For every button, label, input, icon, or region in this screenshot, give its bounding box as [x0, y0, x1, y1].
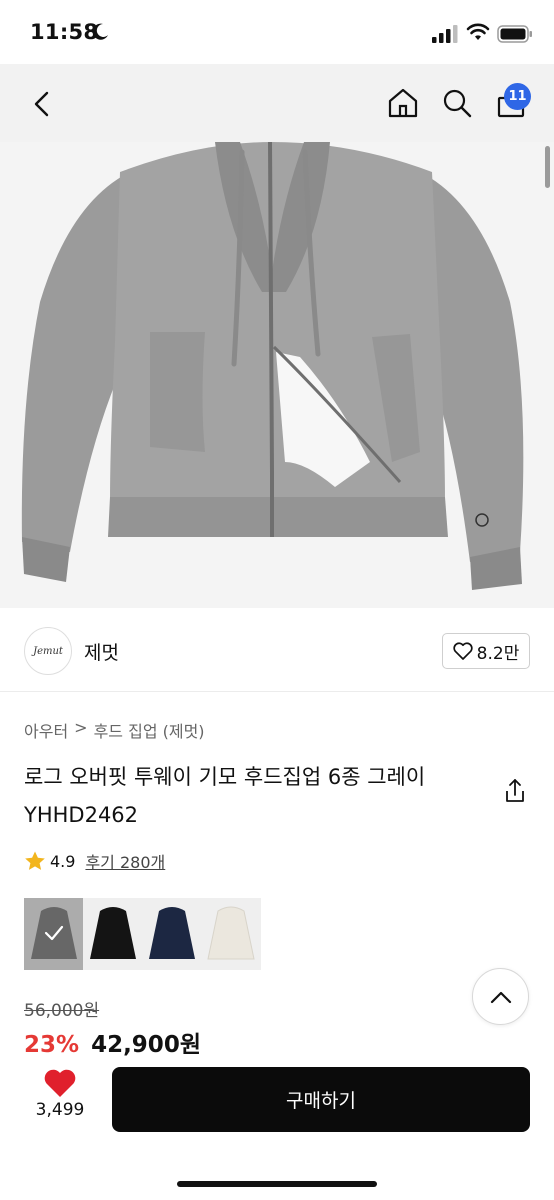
- scroll-to-top-button[interactable]: [472, 968, 529, 1025]
- rating-value: 4.9: [50, 851, 76, 871]
- star-icon: [25, 851, 45, 870]
- color-option-gray[interactable]: [24, 898, 83, 970]
- status-bar: 11:58: [0, 0, 554, 64]
- home-button[interactable]: [382, 82, 424, 124]
- back-button[interactable]: [22, 84, 62, 124]
- home-icon: [388, 88, 418, 118]
- moon-icon: [92, 23, 108, 40]
- battery-icon: [497, 25, 532, 43]
- scroll-indicator: [545, 146, 550, 188]
- color-option-ivory[interactable]: [201, 898, 260, 970]
- signal-icon: [432, 25, 458, 43]
- cart-count-badge: 11: [504, 83, 531, 110]
- hoodie-thumbnail: [89, 907, 136, 959]
- wifi-icon: [466, 23, 490, 40]
- color-options: [24, 898, 261, 970]
- breadcrumb-category[interactable]: 아우터: [24, 718, 68, 742]
- bottom-bar: 3,499 구매하기: [0, 1056, 554, 1200]
- hoodie-thumbnail: [206, 906, 255, 960]
- heart-filled-icon: [44, 1069, 76, 1097]
- chevron-up-icon: [490, 991, 511, 1003]
- wishlist-button[interactable]: 3,499: [22, 1068, 98, 1132]
- color-option-black[interactable]: [83, 898, 142, 970]
- breadcrumb-subcategory[interactable]: 후드 집업 (제멋): [94, 718, 205, 742]
- product-title: 로그 오버핏 투웨이 기모 후드집업 6종 그레이 YHHD2462: [24, 765, 426, 827]
- buy-button[interactable]: 구매하기: [112, 1067, 530, 1132]
- color-option-navy[interactable]: [142, 898, 201, 970]
- original-price: 56,000원: [24, 1001, 100, 1021]
- chevron-left-icon: [34, 91, 49, 117]
- share-button[interactable]: [500, 776, 530, 806]
- search-icon: [443, 89, 472, 118]
- product-image[interactable]: [0, 142, 554, 608]
- breadcrumb-separator: >: [74, 718, 88, 737]
- share-icon: [506, 779, 524, 802]
- home-indicator: [177, 1181, 377, 1187]
- brand-name[interactable]: 제멋: [84, 638, 119, 665]
- heart-outline-icon: [452, 642, 473, 660]
- discount-row: 23% 42,900원: [24, 1025, 201, 1059]
- check-icon: [44, 925, 64, 941]
- hoodie-thumbnail: [148, 907, 195, 959]
- brand-row: Jemut 제멋 8.2만: [0, 608, 554, 692]
- wishlist-count: 3,499: [35, 1100, 85, 1120]
- breadcrumb: 아우터 > 후드 집업 (제멋): [24, 718, 205, 742]
- brand-like-count: 8.2만: [476, 643, 520, 664]
- nav-bar: [0, 64, 554, 142]
- review-count-link[interactable]: 후기 280개: [85, 849, 165, 873]
- brand-logo[interactable]: Jemut: [24, 627, 72, 675]
- discount-rate: 23%: [24, 1032, 80, 1058]
- hoodie-image: [0, 142, 554, 608]
- search-button[interactable]: [436, 82, 478, 124]
- rating-row: 4.9 후기 280개: [24, 848, 165, 874]
- sale-price: 42,900원: [91, 1032, 201, 1058]
- status-time: 11:58: [30, 20, 99, 44]
- brand-like-button[interactable]: 8.2만: [442, 633, 530, 669]
